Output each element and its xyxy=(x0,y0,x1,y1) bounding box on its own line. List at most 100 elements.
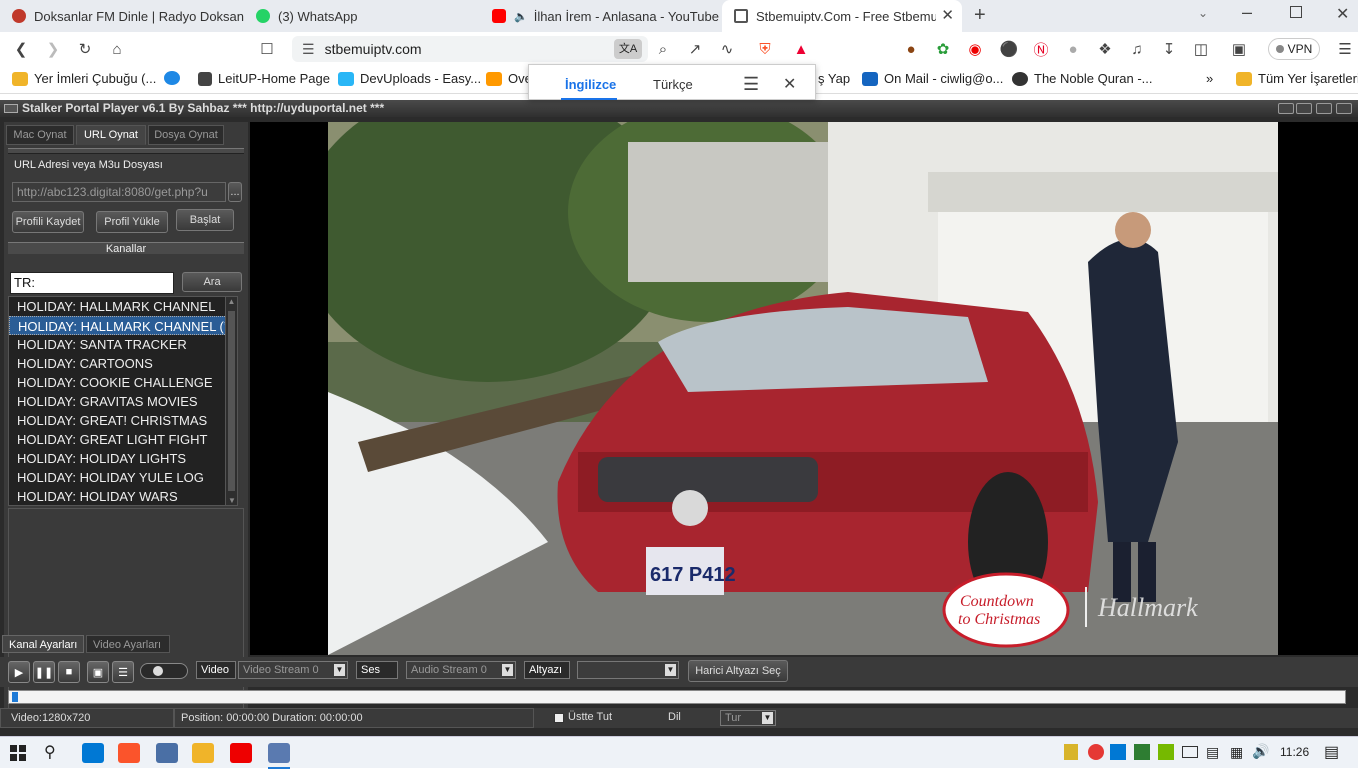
channel-item[interactable]: HOLIDAY: CARTOONS xyxy=(9,354,237,373)
brave-shield-icon[interactable]: ⛨ xyxy=(754,38,776,60)
pause-button[interactable]: ❚❚ xyxy=(33,661,55,683)
extension-green-icon[interactable]: ✿ xyxy=(932,38,954,60)
browse-button[interactable]: ... xyxy=(228,182,242,202)
opera-icon[interactable]: ◉ xyxy=(964,38,986,60)
shield-extension-icon[interactable]: ⚫ xyxy=(998,38,1020,60)
tab-video-ayarlari[interactable]: Video Ayarları xyxy=(86,635,170,653)
channel-item[interactable]: HOLIDAY: SANTA TRACKER xyxy=(9,335,237,354)
brave-icon[interactable] xyxy=(118,743,140,763)
restore-icon[interactable] xyxy=(1290,6,1302,18)
tab-search-chevron-icon[interactable]: ⌄ xyxy=(1198,6,1208,20)
zoom-icon[interactable]: ⌕ xyxy=(652,38,674,60)
subtitle-select[interactable]: ▼ xyxy=(577,661,679,679)
channel-item[interactable]: HOLIDAY: GREAT LIGHT FIGHT xyxy=(9,430,237,449)
extensions-puzzle-icon[interactable]: ❖ xyxy=(1094,38,1116,60)
address-bar[interactable]: ☰ stbemuiptv.com 文A xyxy=(292,36,648,62)
app-minimize-icon[interactable] xyxy=(1278,103,1294,114)
on-top-checkbox[interactable] xyxy=(554,713,564,723)
cookie-icon[interactable]: ● xyxy=(900,38,922,60)
channel-scrollbar[interactable]: ▲ ▼ xyxy=(225,297,237,505)
audio-stream-select[interactable]: Audio Stream 0 ▼ xyxy=(406,661,516,679)
search-button[interactable]: Ara xyxy=(182,272,242,292)
video-player[interactable]: 617 P412 Countdown to Christmas Hallmark xyxy=(328,122,1278,655)
reload-icon[interactable]: ↻ xyxy=(74,38,96,60)
extension-grey-icon[interactable]: ● xyxy=(1062,38,1084,60)
app-menu-icon[interactable] xyxy=(4,104,18,113)
close-tab-icon[interactable]: ✕ xyxy=(941,6,954,24)
minimize-icon[interactable]: – xyxy=(1242,2,1252,23)
outlook-icon[interactable] xyxy=(82,743,104,763)
channel-list[interactable]: HOLIDAY: HALLMARK CHANNEL HOLIDAY: HALLMA… xyxy=(8,296,238,506)
tray-outlook-icon[interactable] xyxy=(1110,744,1126,760)
notifications-icon[interactable]: ▤ xyxy=(1324,742,1339,762)
network-app-icon[interactable] xyxy=(268,743,290,763)
bookmark-yap[interactable]: ş Yap xyxy=(818,71,850,86)
clock[interactable]: 11:26 xyxy=(1280,745,1309,759)
app-close-icon[interactable] xyxy=(1336,103,1352,114)
menu-icon[interactable]: ☰ xyxy=(1334,38,1356,60)
rss-icon[interactable]: ∿ xyxy=(716,38,738,60)
translate-close-icon[interactable]: ✕ xyxy=(783,74,796,94)
tab-kanal-ayarlari[interactable]: Kanal Ayarları xyxy=(2,635,84,653)
translate-lang-source[interactable]: İngilizce xyxy=(565,77,616,92)
bookmark-item[interactable] xyxy=(164,71,186,85)
bookmark-onmail[interactable]: On Mail - ciwlig@o... xyxy=(862,71,1003,86)
save-profile-button[interactable]: Profili Kaydet xyxy=(12,211,84,233)
channel-item[interactable]: HOLIDAY: HALLMARK CHANNEL (’ xyxy=(9,316,237,335)
sidebar-icon[interactable]: ◫ xyxy=(1190,38,1212,60)
tray-speaker-icon[interactable]: 🔊 xyxy=(1252,743,1269,760)
channel-item[interactable]: HOLIDAY: HOLIDAY LIGHTS xyxy=(9,449,237,468)
start-button[interactable]: Başlat xyxy=(176,209,234,231)
translate-icon[interactable]: 文A xyxy=(614,39,642,59)
load-profile-button[interactable]: Profil Yükle xyxy=(96,211,168,233)
stop-button[interactable]: ■ xyxy=(58,661,80,683)
tray-nvidia-icon[interactable] xyxy=(1158,744,1174,760)
site-settings-icon[interactable]: ☰ xyxy=(302,41,315,58)
back-icon[interactable]: ❮ xyxy=(10,38,32,60)
play-button[interactable]: ▶ xyxy=(8,661,30,683)
scroll-up-icon[interactable]: ▲ xyxy=(226,297,237,306)
vpn-button[interactable]: VPN xyxy=(1268,38,1320,60)
download-icon[interactable]: ↧ xyxy=(1158,38,1180,60)
lang-select[interactable]: Tur ▼ xyxy=(720,710,776,726)
channel-item[interactable]: HOLIDAY: COOKIE CHALLENGE xyxy=(9,373,237,392)
channel-item[interactable]: HOLIDAY: HOLIDAY WARS xyxy=(9,487,237,505)
tray-wifi-icon[interactable]: ▦ xyxy=(1230,744,1243,761)
bookmark-quran[interactable]: The Noble Quran -... xyxy=(1012,71,1153,86)
channel-item[interactable]: HOLIDAY: GRAVITAS MOVIES xyxy=(9,392,237,411)
speaker-icon[interactable]: 🔈 xyxy=(514,10,528,23)
tray-security-icon[interactable] xyxy=(1134,744,1150,760)
translate-lang-target[interactable]: Türkçe xyxy=(653,77,693,92)
tab-stbemu[interactable]: Stbemuiptv.Com - Free Stbemu C ✕ xyxy=(722,0,962,32)
seek-handle[interactable] xyxy=(12,692,18,702)
music-icon[interactable]: ♫ xyxy=(1126,38,1148,60)
windows-start-icon[interactable] xyxy=(10,745,26,761)
playlist-button[interactable]: ☰ xyxy=(112,661,134,683)
new-tab-icon[interactable]: + xyxy=(974,4,986,27)
tray-shield-icon[interactable] xyxy=(1064,744,1078,760)
scroll-thumb[interactable] xyxy=(228,311,235,491)
app-maximize-icon[interactable] xyxy=(1316,103,1332,114)
bookmark-ove[interactable]: Ove xyxy=(486,71,532,86)
share-icon[interactable]: ↗ xyxy=(684,38,706,60)
scroll-down-icon[interactable]: ▼ xyxy=(226,496,237,505)
tray-antivirus-icon[interactable] xyxy=(1088,744,1104,760)
bookmark-leitup[interactable]: LeitUP-Home Page xyxy=(198,71,330,86)
seek-bar[interactable] xyxy=(8,690,1346,704)
tab-doksanlar[interactable]: Doksanlar FM Dinle | Radyo Doksanlar xyxy=(0,0,244,32)
bookmark-folder[interactable]: Yer İmleri Çubuğu (... xyxy=(12,71,156,86)
bookmarks-overflow-icon[interactable]: » xyxy=(1206,71,1213,86)
app-window-icon[interactable] xyxy=(156,743,178,763)
home-icon[interactable]: ⌂ xyxy=(106,38,128,60)
bookmark-icon[interactable]: ☐ xyxy=(256,38,278,60)
fullscreen-button[interactable]: ▣ xyxy=(87,661,109,683)
video-stream-select[interactable]: Video Stream 0 ▼ xyxy=(238,661,348,679)
tray-battery-icon[interactable] xyxy=(1182,746,1198,758)
channel-item[interactable]: HOLIDAY: HALLMARK CHANNEL xyxy=(9,297,237,316)
brave-rewards-icon[interactable]: ▲ xyxy=(790,38,812,60)
volume-slider[interactable] xyxy=(140,663,188,679)
tab-whatsapp[interactable]: (3) WhatsApp xyxy=(244,0,480,32)
channel-search-input[interactable]: TR: xyxy=(10,272,174,294)
tab-url-oynat[interactable]: URL Oynat xyxy=(76,125,146,145)
wallet-icon[interactable]: ▣ xyxy=(1228,38,1250,60)
